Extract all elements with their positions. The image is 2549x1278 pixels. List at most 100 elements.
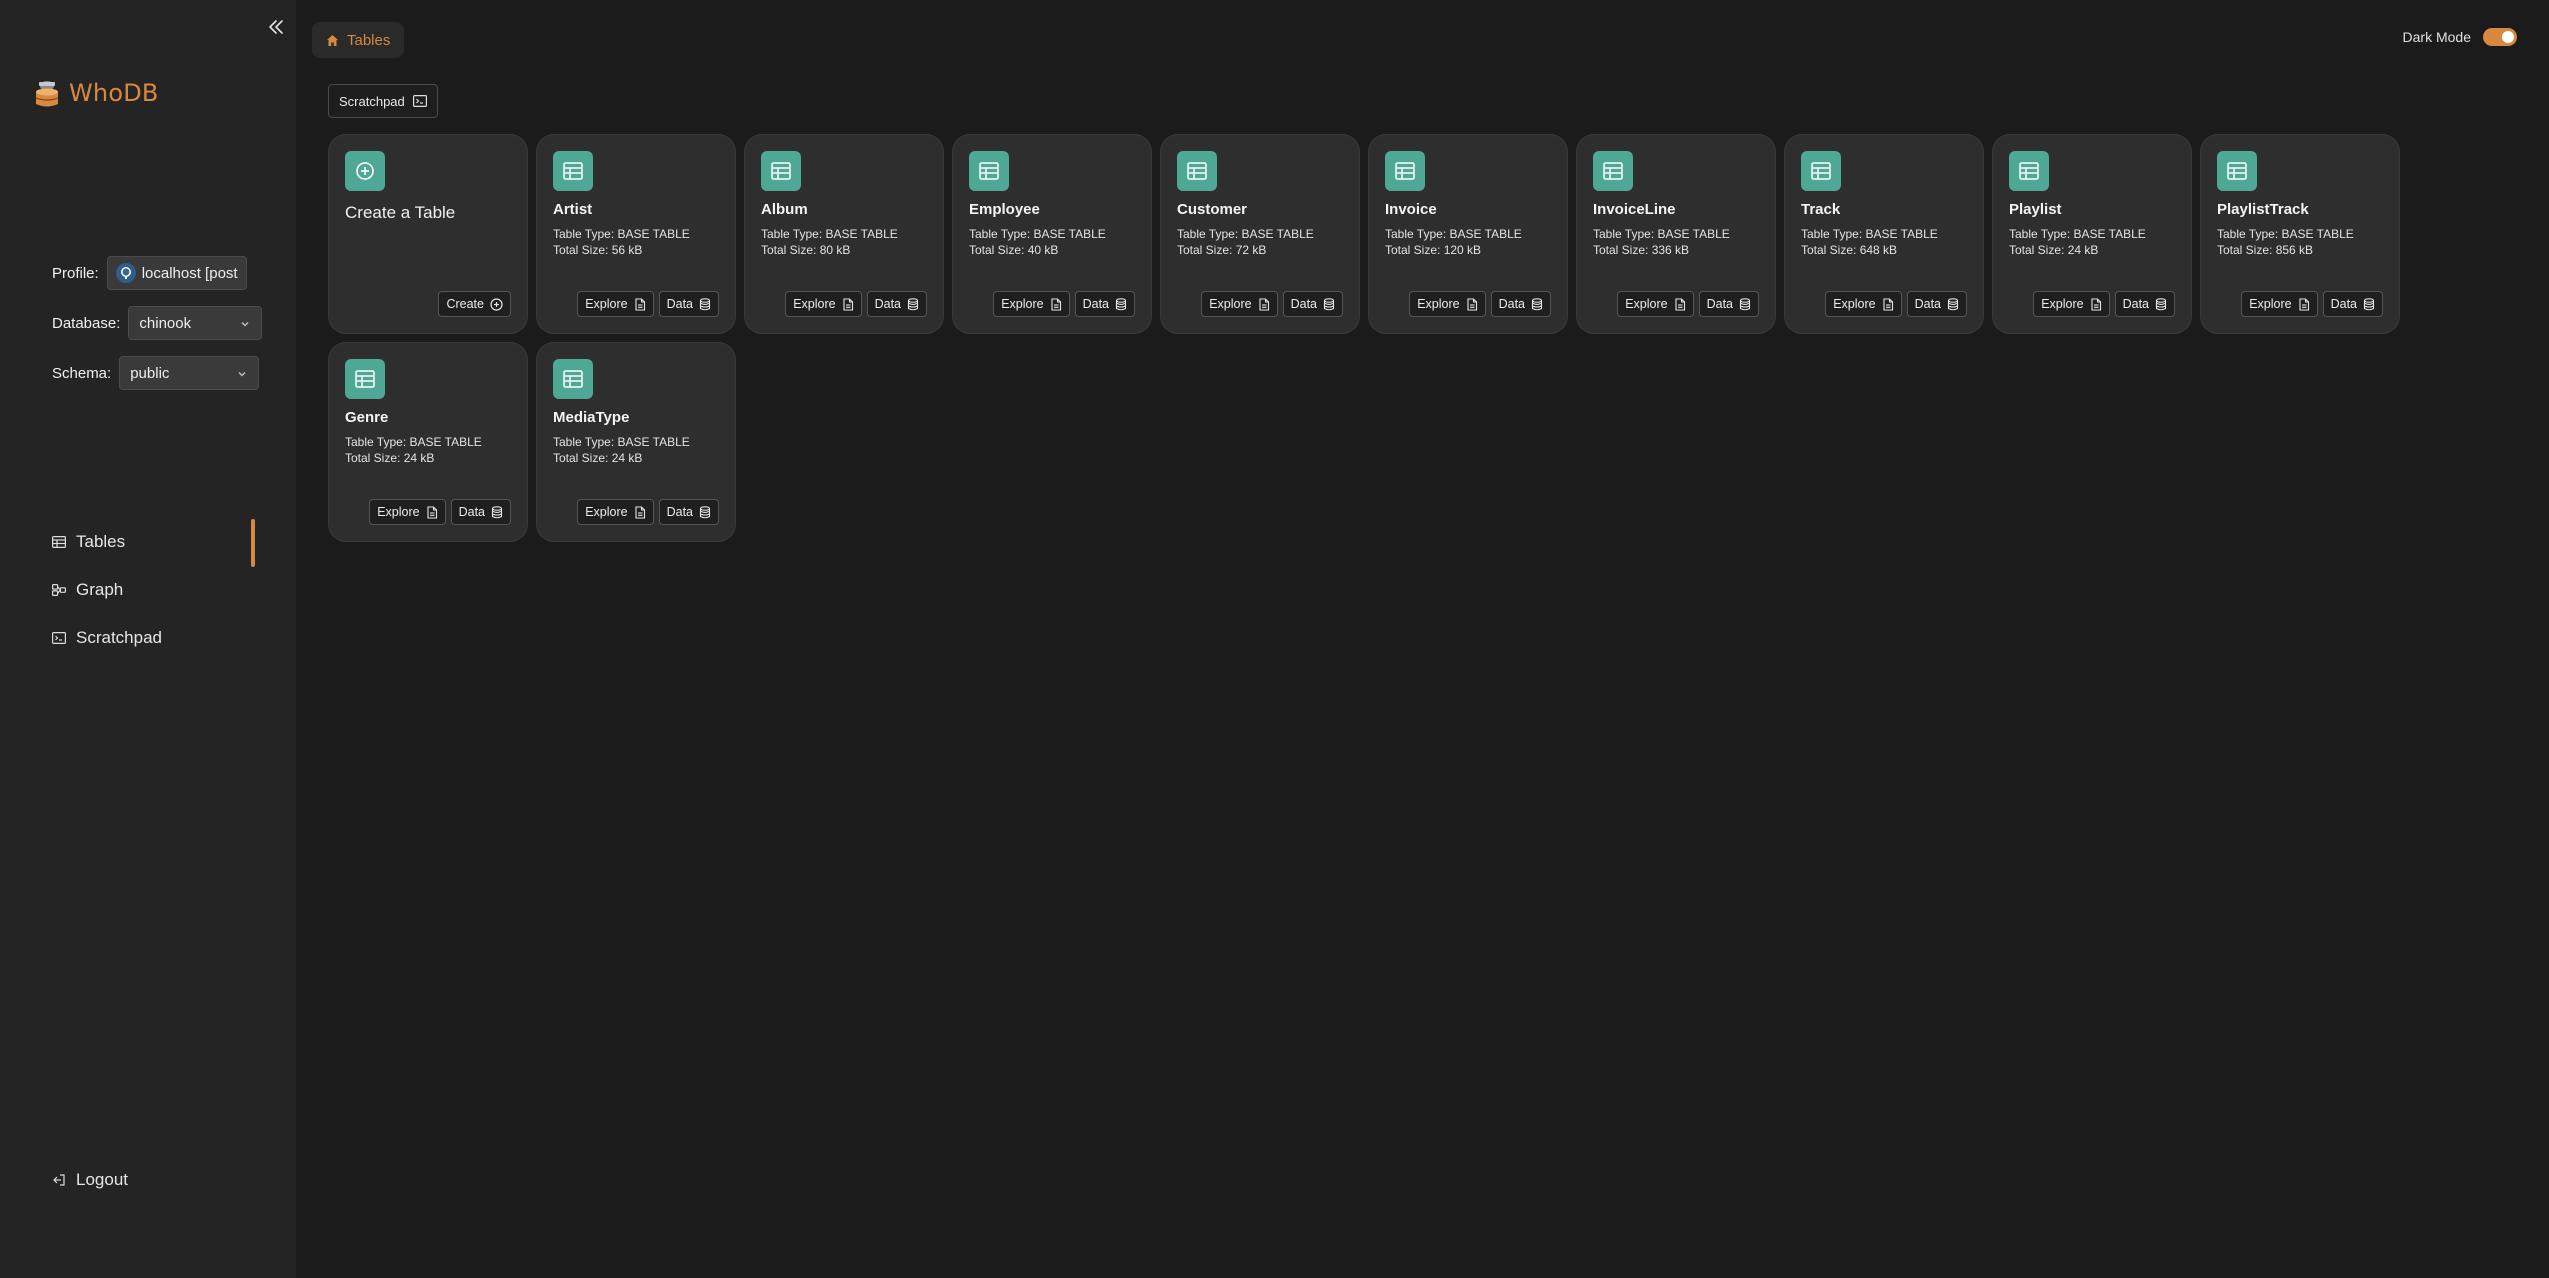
database-value: chinook: [139, 314, 192, 332]
explore-button[interactable]: Explore: [369, 499, 446, 525]
sidebar-item-label: Tables: [76, 532, 126, 551]
table-name: PlaylistTrack: [2217, 201, 2309, 218]
table-size-value: 856 kB: [2275, 243, 2314, 257]
table-card: Employee Table Type: BASE TABLE Total Size…: [952, 134, 1152, 334]
table-icon: [1593, 151, 1633, 191]
explore-button[interactable]: Explore: [785, 291, 862, 317]
terminal-icon: [412, 95, 427, 107]
table-card: Playlist Table Type: BASE TABLE Total Size…: [1992, 134, 2192, 334]
table-type-prefix: Table Type:: [1385, 227, 1450, 241]
dark-mode-toggle[interactable]: [2483, 28, 2517, 46]
table-icon: [553, 359, 593, 399]
explore-button-label: Explore: [585, 505, 628, 519]
explore-button[interactable]: Explore: [1617, 291, 1694, 317]
file-icon: [2090, 297, 2102, 311]
table-card: MediaType Table Type: BASE TABLE Total Siz…: [536, 342, 736, 542]
table-size-value: 120 kB: [1443, 243, 1482, 257]
file-icon: [1466, 297, 1478, 311]
data-button[interactable]: Data: [1074, 291, 1135, 317]
table-type-value: BASE TABLE: [2281, 227, 2354, 241]
file-icon: [1258, 297, 1270, 311]
database-select[interactable]: chinook: [128, 306, 263, 340]
table-name: Album: [761, 201, 808, 218]
explore-button[interactable]: Explore: [1825, 291, 1902, 317]
data-button[interactable]: Data: [1698, 291, 1759, 317]
home-icon: [327, 34, 338, 46]
file-icon: [634, 297, 646, 311]
collapse-sidebar-icon[interactable]: [264, 14, 288, 40]
database-icon: [907, 297, 919, 311]
explore-button-label: Explore: [2249, 297, 2292, 311]
table-card: Track Table Type: BASE TABLE Total Size: 6…: [1784, 134, 1984, 334]
sidebar-item-scratchpad[interactable]: Scratchpad: [52, 624, 262, 652]
profile-select[interactable]: localhost [post: [106, 256, 247, 290]
schema-label: Schema:: [52, 364, 112, 382]
data-button[interactable]: Data: [450, 499, 511, 525]
table-name: Playlist: [2009, 201, 2062, 218]
postgres-icon: [115, 263, 136, 283]
table-type-value: BASE TABLE: [1865, 227, 1938, 241]
file-icon: [1882, 297, 1894, 311]
explore-button-label: Explore: [1417, 297, 1460, 311]
profile-value: localhost [post: [141, 264, 238, 282]
table-size-value: 80 kB: [819, 243, 851, 257]
table-type-value: BASE TABLE: [1657, 227, 1730, 241]
table-icon: [345, 359, 385, 399]
data-button[interactable]: Data: [1906, 291, 1967, 317]
table-size-prefix: Total Size:: [1801, 243, 1860, 257]
file-icon: [634, 505, 646, 519]
table-size: Total Size: 648 kB: [1801, 243, 1897, 257]
create-button[interactable]: Create: [438, 291, 511, 317]
logout-label: Logout: [76, 1170, 128, 1189]
data-button-label: Data: [2330, 297, 2357, 311]
database-label: Database:: [52, 314, 121, 332]
logout-icon: [53, 1174, 65, 1186]
sidebar-item-graph[interactable]: Graph: [52, 576, 262, 604]
explore-button[interactable]: Explore: [2241, 291, 2318, 317]
terminal-icon: [52, 632, 66, 644]
breadcrumb[interactable]: Tables: [312, 22, 405, 58]
table-size: Total Size: 24 kB: [345, 451, 434, 465]
table-type-prefix: Table Type:: [1801, 227, 1866, 241]
table-type-prefix: Table Type:: [1177, 227, 1242, 241]
table-size-prefix: Total Size:: [761, 243, 820, 257]
logout-button[interactable]: Logout: [52, 1170, 128, 1190]
profile-label: Profile:: [52, 264, 99, 282]
sidebar-item-tables[interactable]: Tables: [52, 528, 262, 556]
data-button-label: Data: [874, 297, 901, 311]
table-size-prefix: Total Size:: [345, 451, 404, 465]
dark-mode-label: Dark Mode: [2402, 29, 2471, 45]
database-row: Database: chinook: [52, 306, 263, 340]
data-button[interactable]: Data: [866, 291, 927, 317]
table-size-value: 648 kB: [1859, 243, 1898, 257]
file-icon: [1674, 297, 1686, 311]
data-button[interactable]: Data: [2322, 291, 2383, 317]
data-button[interactable]: Data: [658, 499, 719, 525]
breadcrumb-label: Tables: [347, 31, 391, 49]
explore-button[interactable]: Explore: [1409, 291, 1486, 317]
data-button[interactable]: Data: [1490, 291, 1551, 317]
schema-select[interactable]: public: [119, 356, 260, 390]
explore-button[interactable]: Explore: [993, 291, 1070, 317]
data-button[interactable]: Data: [1282, 291, 1343, 317]
table-size-value: 336 kB: [1651, 243, 1690, 257]
database-icon: [2363, 297, 2375, 311]
database-icon: [1739, 297, 1751, 311]
table-card: PlaylistTrack Table Type: BASE TABLE Total…: [2200, 134, 2400, 334]
table-card: Customer Table Type: BASE TABLE Total Size…: [1160, 134, 1360, 334]
table-type: Table Type: BASE TABLE: [553, 435, 690, 449]
database-icon: [1115, 297, 1127, 311]
data-button[interactable]: Data: [2114, 291, 2175, 317]
explore-button[interactable]: Explore: [2033, 291, 2110, 317]
table-card: Invoice Table Type: BASE TABLE Total Size:…: [1368, 134, 1568, 334]
explore-button[interactable]: Explore: [577, 499, 654, 525]
data-button[interactable]: Data: [658, 291, 719, 317]
explore-button[interactable]: Explore: [577, 291, 654, 317]
table-size-value: 72 kB: [1235, 243, 1267, 257]
table-icon: [553, 151, 593, 191]
scratchpad-button[interactable]: Scratchpad: [328, 84, 438, 118]
explore-button[interactable]: Explore: [1201, 291, 1278, 317]
data-button-label: Data: [2122, 297, 2149, 311]
explore-button-label: Explore: [377, 505, 420, 519]
table-type-value: BASE TABLE: [409, 435, 482, 449]
